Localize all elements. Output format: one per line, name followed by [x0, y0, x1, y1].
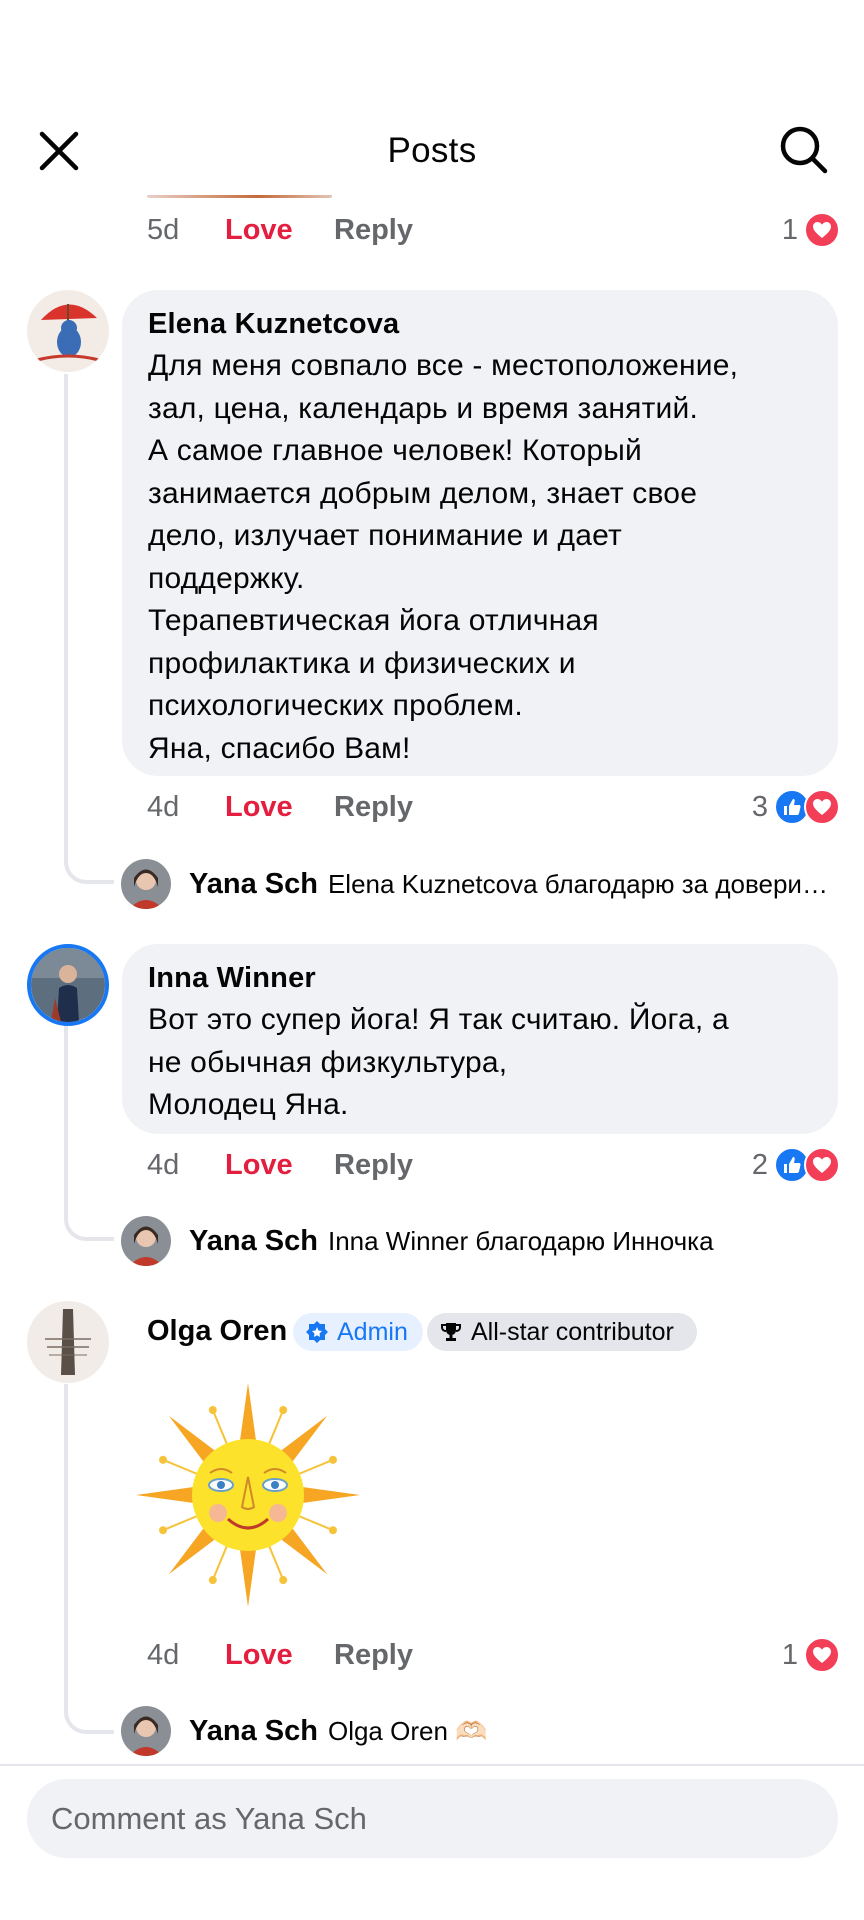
all-star-badge-label: All-star contributor [471, 1317, 674, 1346]
thread-line [64, 1384, 114, 1734]
previous-comment-actions: 5d Love Reply [147, 210, 413, 250]
avatar[interactable] [27, 290, 109, 372]
reaction-summary[interactable]: 3 [752, 787, 840, 827]
admin-badge-label: Admin [337, 1317, 408, 1346]
reply-button[interactable]: Reply [334, 791, 413, 824]
love-button[interactable]: Love [225, 1639, 334, 1672]
heart-reaction-icon [804, 1637, 840, 1673]
comment-input[interactable] [27, 1779, 838, 1858]
reply-button[interactable]: Reply [334, 1149, 413, 1182]
reaction-summary[interactable]: 1 [782, 1635, 840, 1675]
comment-actions: 4d Love Reply [147, 787, 413, 827]
reply-text: Inna Winner благодарю Инночка [327, 1225, 714, 1256]
thread-line [64, 374, 114, 884]
comment-bubble: Inna Winner Вот это супер йога! Я так сч… [122, 944, 838, 1134]
comment-time: 4d [147, 1148, 180, 1181]
page-title: Posts [387, 131, 477, 170]
comment-actions: 4d Love Reply [147, 1145, 413, 1185]
reaction-count: 2 [751, 1148, 768, 1181]
love-button[interactable]: Love [225, 1149, 334, 1182]
sun-sticker-image[interactable] [128, 1375, 368, 1615]
top-bar: Posts [0, 0, 864, 195]
comment-text: Для меня совпало все - местоположение, з… [148, 349, 739, 765]
reply-author[interactable]: Yana Sch [189, 868, 318, 901]
heart-reaction-icon [804, 1147, 840, 1183]
avatar[interactable] [27, 1301, 109, 1383]
reply-button[interactable]: Reply [334, 214, 413, 247]
reply-preview[interactable]: Yana Sch Olga Oren 🫶🏻 [189, 1706, 488, 1756]
heart-reaction-icon [804, 789, 840, 825]
reply-text: Olga Oren 🫶🏻 [327, 1715, 488, 1746]
reply-preview[interactable]: Yana Sch Elena Kuznetcova благодарю за д… [189, 859, 828, 909]
reply-author[interactable]: Yana Sch [189, 1715, 318, 1748]
comment-author[interactable]: Inna Winner [148, 962, 812, 995]
comment-time: 4d [147, 790, 180, 823]
admin-badge: Admin [293, 1313, 423, 1351]
reaction-count: 1 [781, 213, 798, 246]
comment-actions: 4d Love Reply [147, 1635, 413, 1675]
reply-author[interactable]: Yana Sch [189, 1225, 318, 1258]
reaction-count: 3 [751, 790, 768, 823]
reaction-summary[interactable]: 1 [782, 210, 840, 250]
reply-text: Elena Kuznetcova благодарю за довери… [327, 868, 828, 899]
comment-author[interactable]: Olga Oren [147, 1315, 287, 1348]
search-icon[interactable] [778, 124, 830, 176]
comment-time: 4d [147, 1638, 180, 1671]
admin-shield-icon [306, 1321, 328, 1343]
reply-preview[interactable]: Yana Sch Inna Winner благодарю Инночка [189, 1216, 714, 1266]
heart-reaction-icon [804, 212, 840, 248]
avatar[interactable] [121, 859, 171, 909]
thread-line [64, 1026, 114, 1241]
comment-bubble: Elena Kuznetcova Для меня совпало все - … [122, 290, 838, 776]
reply-button[interactable]: Reply [334, 1639, 413, 1672]
trophy-icon [441, 1323, 461, 1341]
avatar[interactable] [27, 944, 109, 1026]
comment-time: 5d [147, 213, 180, 246]
love-button[interactable]: Love [225, 214, 334, 247]
all-star-badge: All-star contributor [427, 1313, 697, 1351]
avatar[interactable] [121, 1706, 171, 1756]
comment-author[interactable]: Elena Kuznetcova [148, 308, 812, 341]
comment-text: Вот это супер йога! Я так считаю. Йога, … [148, 1003, 729, 1121]
reaction-summary[interactable]: 2 [752, 1145, 840, 1185]
avatar[interactable] [121, 1216, 171, 1266]
reaction-count: 1 [781, 1638, 798, 1671]
love-button[interactable]: Love [225, 791, 334, 824]
